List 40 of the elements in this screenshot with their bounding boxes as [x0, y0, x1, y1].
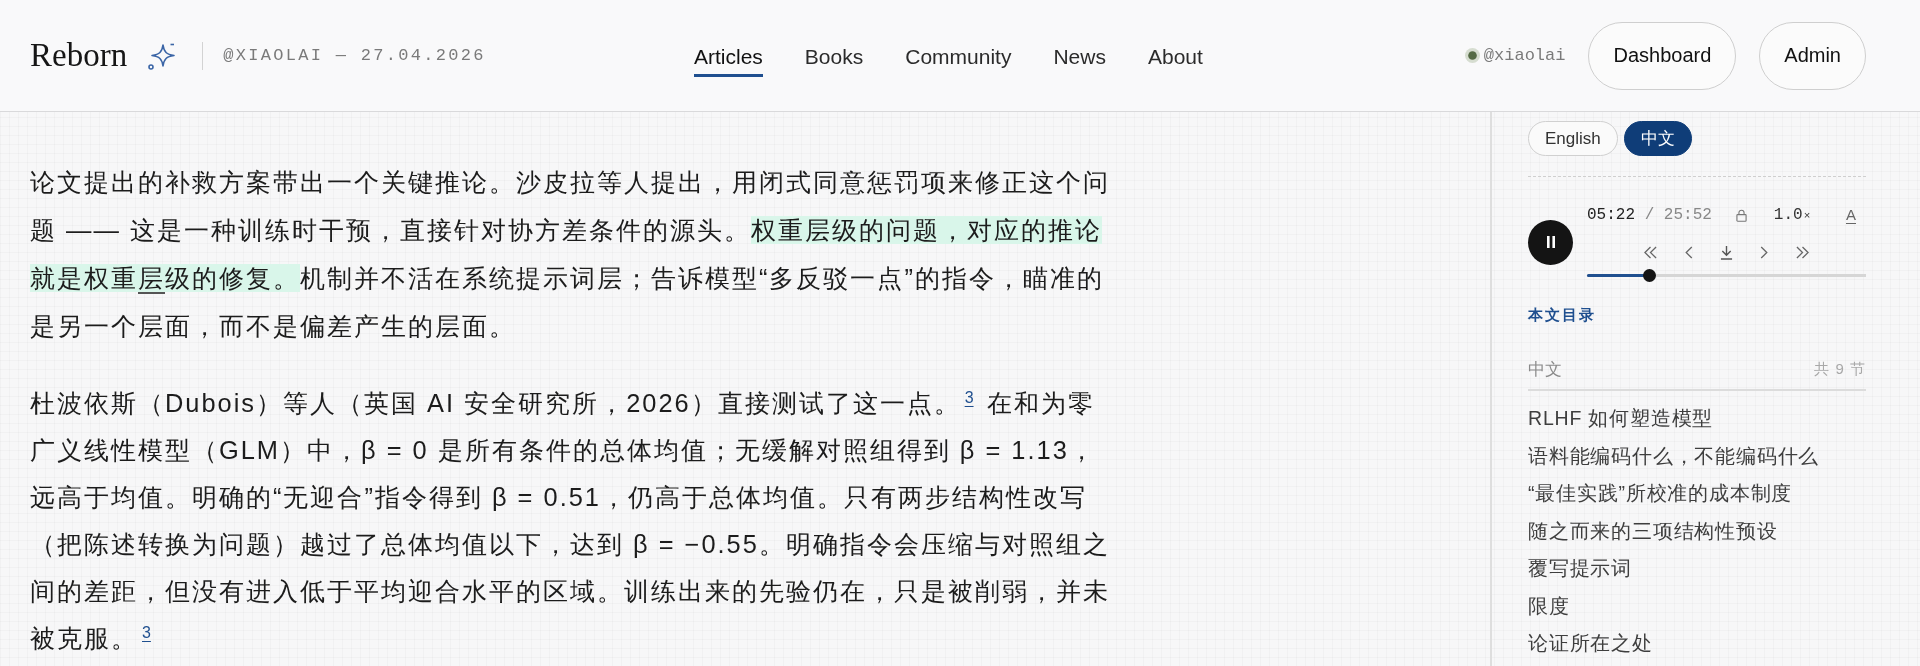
section-count: 共 9 节: [1814, 360, 1866, 379]
progress-thumb[interactable]: [1642, 269, 1656, 282]
download-icon[interactable]: [1720, 244, 1733, 260]
text-style-button[interactable]: A: [1846, 206, 1856, 224]
language-toggle[interactable]: 中文: [1623, 121, 1692, 156]
toc-item[interactable]: “最佳实践”所校准的成本制度: [1528, 475, 1793, 513]
pause-icon: [1545, 236, 1556, 248]
toc-group-label: 中文: [1528, 359, 1562, 381]
nav-link[interactable]: News: [1053, 34, 1106, 77]
article-paragraph: 杜波依斯（Dubois）等人（英国 AI 安全研究所，2026）直接测试了这一点。$^{3}$ 在和为零广义线性模型（GLM）中，β = 0 是所有条件的总体均值；无缓解对照组得到 β = 1.13，远高于均值。明确的“无迎合”指令得到 β = 0.51，仍高于总体均值。只有两步结构性改写（把陈述转换为问题）越过了总体均值以下，达到 β = −0.55。明确指令会压缩与对照组之间的差距，但没有进入低于平均迎合水平的区域。训练出来的先验仍在，只是被削弱，并未被克服。$^{3}$: [30, 387, 1111, 654]
chevron-right-icon[interactable]: [1760, 245, 1768, 259]
toc-item[interactable]: RLHF 如何塑造模型: [1528, 400, 1714, 438]
nav-link[interactable]: Articles: [694, 34, 763, 77]
playback-time: 05:22 / 25:52: [1587, 206, 1712, 224]
status-dot-icon: [1464, 48, 1480, 63]
lock-icon[interactable]: [1735, 208, 1747, 222]
toc-item[interactable]: 限度: [1528, 587, 1570, 625]
playback-speed[interactable]: 1.0×: [1773, 206, 1811, 224]
toc-item[interactable]: 论证所在之处: [1528, 625, 1653, 663]
toc-item[interactable]: 覆写提示词: [1528, 550, 1632, 588]
language-toggle[interactable]: English: [1528, 121, 1618, 156]
nav-link[interactable]: Community: [905, 34, 1012, 77]
header-button[interactable]: Dashboard: [1588, 21, 1737, 90]
toc-item[interactable]: 语料能编码什么，不能编码什么: [1528, 437, 1820, 475]
double-chevron-left-icon[interactable]: [1643, 245, 1658, 259]
nav-link[interactable]: Books: [804, 34, 864, 77]
double-chevron-right-icon[interactable]: [1795, 245, 1810, 259]
site-logo[interactable]: Reborn: [30, 39, 128, 72]
author-date: @XIAOLAI — 27.04.2026: [223, 46, 486, 65]
chevron-left-icon[interactable]: [1685, 245, 1693, 259]
user-handle: @xiaolai: [1483, 46, 1566, 65]
pause-button[interactable]: [1528, 219, 1573, 265]
toc-title: 本文目录: [1528, 306, 1597, 325]
progress-track[interactable]: [1587, 269, 1866, 282]
footnote-link[interactable]: 3: [142, 623, 151, 641]
footnote-link[interactable]: 3: [964, 388, 974, 406]
article-paragraph: 论文提出的补救方案带出一个关键推论。沙皮拉等人提出，用闭式同意惩罚项来修正这个问题 —— 这是一种训练时干预，直接针对协方差条件的源头。权重层级的问题，对应的推论就是权重层级的修复。机制并不活在系统提示词层；告诉模型“多反驳一点”的指令，瞄准的是另一个层面，而不是偏差产生的层面。: [30, 167, 1111, 342]
nav-link[interactable]: About: [1147, 34, 1203, 77]
toc-item[interactable]: 随之而来的三项结构性预设: [1528, 512, 1778, 550]
header-button[interactable]: Admin: [1759, 21, 1866, 90]
